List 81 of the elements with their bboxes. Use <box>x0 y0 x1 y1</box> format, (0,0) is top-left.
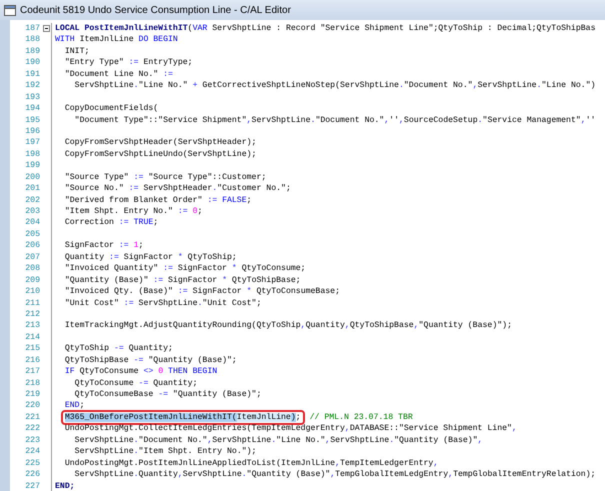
line-number: 196 <box>24 126 41 138</box>
line-number: 214 <box>24 332 41 344</box>
line-number: 227 <box>24 480 41 491</box>
line-number: 225 <box>24 458 41 470</box>
code-line: Correction := TRUE; <box>64 217 158 229</box>
code-line: INIT; <box>64 46 90 58</box>
code-line: "Item Shpt. Entry No." := 0; <box>64 206 202 218</box>
code-line: UndoPostingMgt.CollectItemLedgEntries(TempItemLedgerEntry,DATABASE::"Service Shipment Line", <box>64 423 517 435</box>
code-line: "Quantity (Base)" := SignFactor * QtyToShipBase; <box>64 274 301 286</box>
code-line: END; <box>64 400 84 412</box>
line-number: 211 <box>24 298 41 309</box>
line-number: 220 <box>24 400 41 412</box>
line-number: 224 <box>24 446 41 458</box>
code-line: QtyToConsume -= Quantity; <box>74 378 198 390</box>
code-line: LOCAL PostItemJnlLineWithIT(VAR ServShptLine : Record "Service Shipment Line";QtyToShip : Decimal;QtyToShipBas <box>55 23 596 34</box>
line-number: 199 <box>24 160 41 172</box>
code-comment: // PML.N 23.07.18 TBR <box>308 412 413 424</box>
code-line: SignFactor := 1; <box>64 240 144 252</box>
code-line: CopyFromServShptHeader(ServShptHeader); <box>64 137 256 149</box>
line-number: 226 <box>24 469 41 481</box>
line-number: 205 <box>24 228 41 240</box>
code-line: END; <box>55 480 75 491</box>
line-number: 209 <box>24 274 41 286</box>
line-number: 188 <box>24 34 41 46</box>
line-number: 191 <box>24 68 41 80</box>
code-line: "Entry Type" := EntryType; <box>64 57 193 69</box>
code-line: "Source Type" := "Source Type"::Customer; <box>64 172 266 184</box>
highlighted-code: M365_OnBeforePostItemJnlLineWithIT(ItemJnlLine); <box>60 410 305 426</box>
code-line: "Derived from Blanket Order" := FALSE; <box>64 194 252 206</box>
code-line: WITH ItemJnlLine DO BEGIN <box>55 34 178 46</box>
code-line: QtyToConsumeBase -= "Quantity (Base)"; <box>74 389 262 400</box>
line-number: 198 <box>24 148 41 160</box>
line-number: 192 <box>24 80 41 92</box>
code-line: ServShptLine.Quantity,ServShptLine."Quantity (Base)",TempGlobalItemLedgEntry,TempGlobalItemEntryRelation); <box>74 469 596 481</box>
line-number: 208 <box>24 263 41 275</box>
line-number: 203 <box>24 206 41 218</box>
code-line: ItemTrackingMgt.AdjustQuantityRounding(QtyToShip,Quantity,QtyToShipBase,"Quantity (Base)"); <box>64 320 512 332</box>
line-number: 222 <box>24 423 41 435</box>
line-number: 219 <box>24 389 41 400</box>
code-line: "Document Type"::"Service Shipment",ServShptLine."Document No.",'',SourceCodeSetup."Service Management",'' <box>74 114 596 126</box>
line-number: 210 <box>24 286 41 298</box>
line-number: 202 <box>24 194 41 206</box>
line-number: 223 <box>24 434 41 446</box>
code-line: "Document Line No." := <box>64 68 173 80</box>
line-number: 189 <box>24 46 41 58</box>
line-number: 207 <box>24 252 41 264</box>
line-number: 217 <box>24 366 41 378</box>
code-line: IF QtyToConsume <> 0 THEN BEGIN <box>64 366 218 378</box>
collapse-icon[interactable] <box>43 25 50 32</box>
line-number: 221 <box>24 412 41 424</box>
line-number: 206 <box>24 240 41 252</box>
line-number: 204 <box>24 217 41 229</box>
code-line: ServShptLine."Document No.",ServShptLine."Line No.",ServShptLine."Quantity (Base)", <box>74 434 483 446</box>
window-title: Codeunit 5819 Undo Service Consumption Line - C/AL Editor <box>20 4 291 18</box>
line-number: 215 <box>24 343 41 355</box>
code-editor[interactable] <box>10 20 605 491</box>
code-line: "Source No." := ServShptHeader."Customer No."; <box>64 183 291 195</box>
window-icon <box>4 4 16 16</box>
line-number: 212 <box>24 308 41 320</box>
code-line: CopyDocumentFields( <box>64 103 158 115</box>
code-line: "Unit Cost" := ServShptLine."Unit Cost"; <box>64 298 262 309</box>
line-number: 194 <box>24 103 41 115</box>
line-number: 218 <box>24 378 41 390</box>
line-number: 190 <box>24 57 41 69</box>
code-line: "Invoiced Qty. (Base)" := SignFactor * QtyToConsumeBase; <box>64 286 340 298</box>
line-number: 195 <box>24 114 41 126</box>
line-number: 187 <box>24 23 41 34</box>
code-line: QtyToShipBase -= "Quantity (Base)"; <box>64 354 237 366</box>
code-line: "Invoiced Quantity" := SignFactor * QtyToConsume; <box>64 263 306 275</box>
line-number: 197 <box>24 137 41 149</box>
code-line: Quantity := SignFactor * QtyToShip; <box>64 252 237 264</box>
code-line: QtyToShip -= Quantity; <box>64 343 173 355</box>
line-number: 216 <box>24 354 41 366</box>
code-line: ServShptLine."Line No." + GetCorrectiveShptLineNoStep(ServShptLine."Document No.",ServShptLine."Line No.") <box>74 80 596 92</box>
line-number: 200 <box>24 172 41 184</box>
line-number: 193 <box>24 92 41 104</box>
code-line: UndoPostingMgt.PostItemJnlLineAppliedToList(ItemJnlLine,TempItemLedgerEntry, <box>64 458 438 470</box>
code-line: ServShptLine."Item Shpt. Entry No."); <box>74 446 256 458</box>
line-number: 213 <box>24 320 41 332</box>
line-number: 201 <box>24 183 41 195</box>
code-line: CopyFromServShptLineUndo(ServShptLine); <box>64 148 256 160</box>
